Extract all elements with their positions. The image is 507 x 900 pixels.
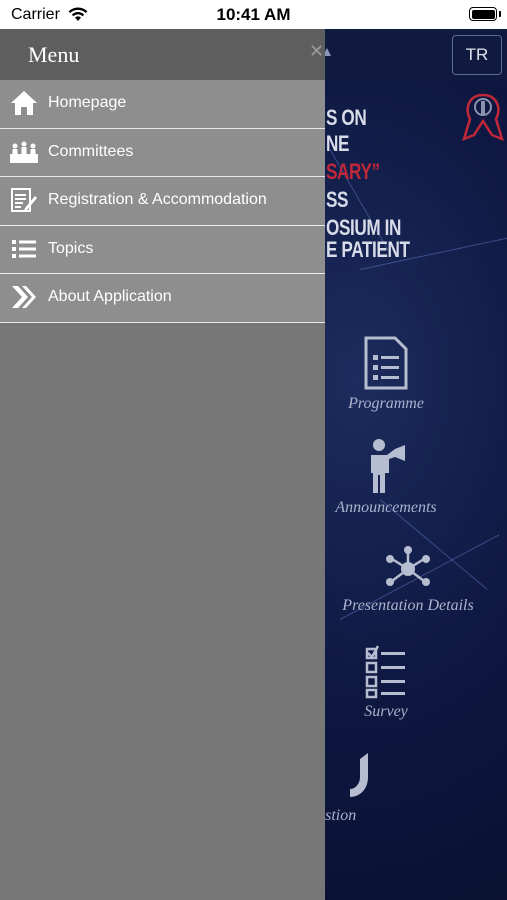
- eacem-logo: [462, 93, 504, 142]
- banner-line-4: SS: [326, 187, 349, 212]
- banner-line-3: SARY”: [326, 159, 380, 184]
- battery-tip: [499, 11, 501, 17]
- menu-item-registration-accommodation[interactable]: Registration & Accommodation: [0, 177, 325, 226]
- banner-line-1: S ON: [326, 105, 367, 130]
- chevrons-right-icon: [10, 283, 38, 311]
- menu-item-label: Topics: [48, 239, 94, 257]
- menu-item-label: Registration & Accommodation: [48, 191, 267, 208]
- banner-line-6: E PATIENT: [326, 237, 410, 262]
- menu-item-label: About Application: [48, 288, 172, 305]
- drawer-header: Menu ✕: [0, 29, 325, 80]
- menu-list: Homepage Committees Registration & Accom…: [0, 80, 325, 323]
- menu-item-homepage[interactable]: Homepage: [0, 80, 325, 129]
- document-list-icon: [364, 336, 408, 390]
- menu-item-topics[interactable]: Topics: [0, 225, 325, 274]
- language-button[interactable]: TR: [452, 35, 502, 75]
- feature-presentation-details[interactable]: Presentation Details: [318, 545, 498, 615]
- hand-raise-icon: [350, 753, 368, 797]
- checklist-icon: [365, 645, 405, 699]
- drawer-title: Menu: [28, 42, 80, 67]
- registration-icon: [10, 186, 38, 214]
- committees-icon: [10, 138, 38, 166]
- network-icon: [386, 546, 430, 586]
- menu-item-label: Homepage: [48, 94, 127, 111]
- list-icon: [10, 235, 38, 263]
- menu-item-about-application[interactable]: About Application: [0, 274, 325, 323]
- status-bar: Carrier 10:41 AM: [0, 0, 507, 29]
- banner-line-2: NE: [326, 131, 350, 156]
- home-icon: [10, 89, 38, 117]
- menu-item-label: Committees: [48, 142, 134, 160]
- battery-icon: [469, 7, 497, 21]
- clock: 10:41 AM: [216, 5, 291, 24]
- close-icon[interactable]: ✕: [309, 41, 324, 62]
- feature-label: Presentation Details: [342, 597, 474, 614]
- side-drawer: Menu ✕ Homepage Committees Registration …: [0, 29, 325, 900]
- menu-item-committees[interactable]: Committees: [0, 128, 325, 177]
- megaphone-person-icon: [371, 439, 405, 493]
